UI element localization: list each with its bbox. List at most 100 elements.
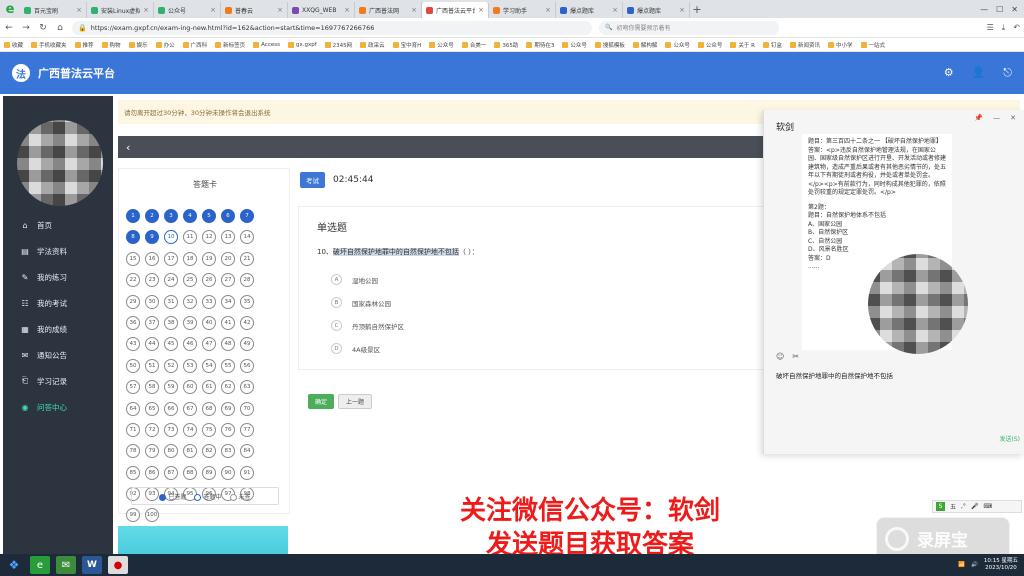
question-number-button[interactable]: 19 <box>202 251 216 266</box>
sidebar-item[interactable]: ⎗ 学习记录 <box>3 368 113 394</box>
ime-logo-icon[interactable]: S <box>936 502 945 511</box>
question-number-button[interactable]: 49 <box>240 337 254 352</box>
bookmark-item[interactable]: Access <box>253 41 280 48</box>
bookmark-item[interactable]: 期待在3 <box>526 41 554 49</box>
bookmark-item[interactable]: 365助 <box>494 41 518 49</box>
forward-icon[interactable]: → <box>21 23 31 33</box>
question-number-button[interactable]: 10 <box>164 230 178 245</box>
question-number-button[interactable]: 63 <box>240 380 254 395</box>
bookmark-item[interactable]: 中小学 <box>828 41 853 49</box>
word-taskbar-icon[interactable]: W <box>82 556 102 574</box>
close-icon[interactable]: ✕ <box>1010 114 1016 122</box>
browser-tab[interactable]: 学习助手 × <box>489 2 556 18</box>
question-number-button[interactable]: 91 <box>240 465 254 480</box>
bookmark-item[interactable]: 手机收藏夹 <box>31 41 67 49</box>
logout-icon[interactable]: ⎋ <box>1003 66 1012 80</box>
question-number-button[interactable]: 51 <box>145 358 159 373</box>
bookmark-item[interactable]: 公众号 <box>429 41 454 49</box>
question-number-button[interactable]: 28 <box>240 273 254 288</box>
bookmark-item[interactable]: 钉盒 <box>762 41 782 49</box>
question-number-button[interactable]: 40 <box>202 315 216 330</box>
question-number-button[interactable]: 60 <box>183 380 197 395</box>
question-number-button[interactable]: 78 <box>126 444 140 459</box>
minimize-icon[interactable]: — <box>980 5 988 14</box>
bookmark-item[interactable]: 推荐 <box>74 41 94 49</box>
tab-close-icon[interactable]: × <box>612 6 618 14</box>
tab-close-icon[interactable]: × <box>478 6 484 14</box>
chevron-left-icon[interactable]: ‹ <box>126 141 130 154</box>
question-number-button[interactable]: 50 <box>126 358 140 373</box>
volume-icon[interactable]: 🔊 <box>971 562 978 568</box>
download-icon[interactable]: ⤓ <box>1002 23 1006 33</box>
question-number-button[interactable]: 3 <box>164 209 178 223</box>
user-icon[interactable]: 👤 <box>972 66 986 80</box>
back-icon[interactable]: ← <box>4 23 14 33</box>
question-number-button[interactable]: 18 <box>183 251 197 266</box>
bookmark-item[interactable]: 新闻资讯 <box>790 41 820 49</box>
question-number-button[interactable]: 99 <box>126 508 140 523</box>
bookmark-item[interactable]: 解构解 <box>632 41 657 49</box>
question-number-button[interactable]: 8 <box>126 230 140 245</box>
settings-icon[interactable]: ⚙ <box>944 66 954 80</box>
browser-tab[interactable]: 广西普法网 × <box>355 2 422 18</box>
question-number-button[interactable]: 43 <box>126 337 140 352</box>
undo-icon[interactable]: ↶ <box>1013 23 1020 33</box>
browser-search-field[interactable]: 🔍 初吻你需要预示着有 <box>599 20 779 35</box>
ime-voice-icon[interactable]: 🎤 <box>971 503 978 510</box>
question-number-button[interactable]: 54 <box>202 358 216 373</box>
question-number-button[interactable]: 5 <box>202 209 216 223</box>
question-number-button[interactable]: 56 <box>240 358 254 373</box>
chat-input-field[interactable]: 破坏自然保护地罪中的自然保护地不包括 <box>776 370 893 380</box>
question-number-button[interactable]: 46 <box>183 337 197 352</box>
bookmark-item[interactable]: 广西科 <box>182 41 207 49</box>
browser-logo-icon[interactable]: e <box>0 0 20 18</box>
answer-option[interactable]: D 4A级景区 <box>331 343 380 354</box>
question-number-button[interactable]: 80 <box>164 444 178 459</box>
bookmark-item[interactable]: 收藏 <box>4 41 23 49</box>
browser-tab[interactable]: 爆点题库 × <box>556 2 623 18</box>
question-number-button[interactable]: 13 <box>221 230 235 245</box>
question-number-button[interactable]: 83 <box>221 444 235 459</box>
question-number-button[interactable]: 31 <box>164 294 178 309</box>
question-number-button[interactable]: 27 <box>221 273 235 288</box>
browser-tab[interactable]: 爆点题库 × <box>623 2 690 18</box>
bookmark-item[interactable]: 公众号 <box>697 41 722 49</box>
bookmark-item[interactable]: 新标签页 <box>215 41 245 49</box>
new-tab-icon[interactable]: + <box>690 3 704 16</box>
question-number-button[interactable]: 38 <box>164 315 178 330</box>
question-number-button[interactable]: 75 <box>202 422 216 437</box>
browser-tab[interactable]: 普春云 × <box>221 2 288 18</box>
question-number-button[interactable]: 42 <box>240 315 254 330</box>
sidebar-item[interactable]: ⌂ 首页 <box>3 212 113 238</box>
question-number-button[interactable]: 59 <box>164 380 178 395</box>
question-number-button[interactable]: 70 <box>240 401 254 416</box>
bookmark-item[interactable]: 2345网 <box>324 41 352 49</box>
question-number-button[interactable]: 64 <box>126 401 140 416</box>
question-number-button[interactable]: 47 <box>202 337 216 352</box>
question-number-button[interactable]: 11 <box>183 230 197 245</box>
question-number-button[interactable]: 67 <box>183 401 197 416</box>
question-number-button[interactable]: 87 <box>164 465 178 480</box>
url-field[interactable]: 🔒 https://exam.gxpf.cn/exam-ing-new.html… <box>72 20 592 35</box>
question-number-button[interactable]: 55 <box>221 358 235 373</box>
question-number-button[interactable]: 15 <box>126 251 140 266</box>
question-number-button[interactable]: 39 <box>183 315 197 330</box>
question-number-button[interactable]: 29 <box>126 294 140 309</box>
sidebar-item[interactable]: ✉ 通知公告 <box>3 342 113 368</box>
question-number-button[interactable]: 88 <box>183 465 197 480</box>
question-number-button[interactable]: 74 <box>183 422 197 437</box>
sidebar-item[interactable]: ✎ 我的练习 <box>3 264 113 290</box>
browser-tab[interactable]: 安装Linux虚拟 × <box>87 2 154 18</box>
menu-icon[interactable]: ☰ <box>987 23 994 33</box>
question-number-button[interactable]: 53 <box>183 358 197 373</box>
answer-option[interactable]: B 国家森林公园 <box>331 297 391 308</box>
browser-tab[interactable]: 广西普法云平台 × <box>422 2 489 18</box>
tab-close-icon[interactable]: × <box>76 6 82 14</box>
question-number-button[interactable]: 1 <box>126 209 140 223</box>
sidebar-item[interactable]: ◉ 问答中心 <box>3 394 113 420</box>
close-window-icon[interactable]: ✕ <box>1011 5 1018 14</box>
bookmark-item[interactable]: 办公 <box>155 41 175 49</box>
question-number-button[interactable]: 17 <box>164 251 178 266</box>
home-icon[interactable]: ⌂ <box>55 23 65 33</box>
bookmark-item[interactable]: 合美一 <box>461 41 486 49</box>
